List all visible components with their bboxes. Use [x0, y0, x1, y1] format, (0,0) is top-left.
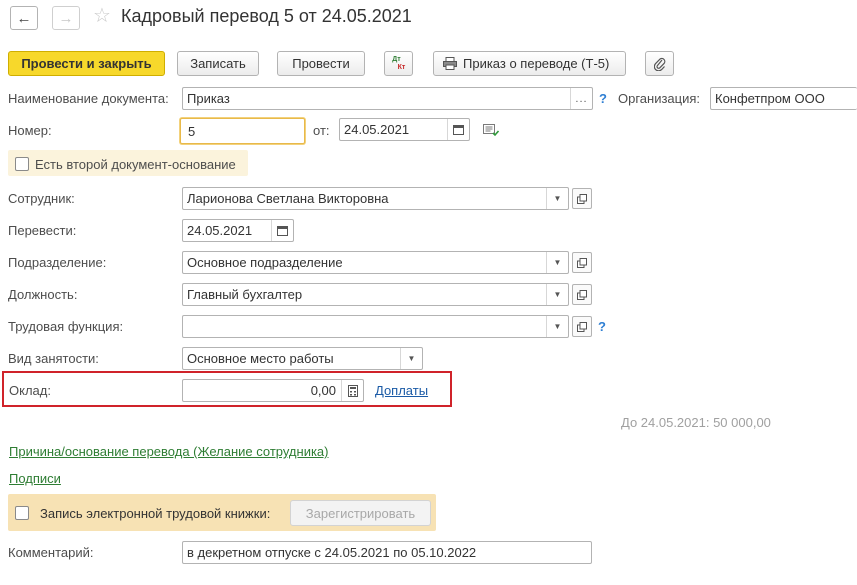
transfer-date-value: 24.05.2021 [187, 223, 253, 238]
open-employee-button[interactable] [572, 188, 592, 209]
employment-type-value: Основное место работы [187, 351, 334, 366]
salary-value: 0,00 [310, 383, 336, 398]
number-value: 5 [188, 123, 196, 139]
open-labor-function-button[interactable] [572, 316, 592, 337]
salary-field[interactable]: 0,00 [182, 379, 364, 402]
department-field[interactable]: Основное подразделение ▼ [182, 251, 569, 274]
number-label: Номер: [8, 123, 52, 138]
forward-button[interactable]: → [52, 6, 80, 30]
calendar-icon[interactable] [447, 119, 469, 140]
position-value: Главный бухгалтер [187, 287, 303, 302]
open-position-button[interactable] [572, 284, 592, 305]
open-window-icon [577, 193, 587, 204]
kt-label: Кт [397, 63, 406, 71]
dt-label: Дт [392, 55, 401, 63]
help-icon[interactable]: ? [598, 319, 606, 334]
transfer-reason-link[interactable]: Причина/основание перевода (Желание сотр… [9, 444, 329, 459]
date-from-label: от: [313, 123, 330, 138]
comment-field[interactable]: в декретном отпуске с 24.05.2021 по 05.1… [182, 541, 592, 564]
position-field[interactable]: Главный бухгалтер ▼ [182, 283, 569, 306]
print-order-button[interactable]: Приказ о переводе (Т-5) [433, 51, 626, 76]
dt-kt-button[interactable]: Дт Кт [384, 51, 413, 76]
previous-salary-text: До 24.05.2021: 50 000,00 [621, 415, 771, 430]
back-button[interactable]: ← [10, 6, 38, 30]
org-value: Конфетпром ООО [715, 91, 825, 106]
doc-name-value: Приказ [187, 91, 230, 106]
salary-label: Оклад: [9, 383, 51, 398]
second-doc-label: Есть второй документ-основание [35, 157, 236, 172]
document-list-icon[interactable] [483, 124, 500, 140]
open-window-icon [577, 321, 587, 332]
labor-function-field[interactable]: ▼ [182, 315, 569, 338]
date-value: 24.05.2021 [344, 122, 410, 137]
transfer-date-field[interactable]: 24.05.2021 [182, 219, 294, 242]
page-title: Кадровый перевод 5 от 24.05.2021 [121, 6, 412, 26]
etk-checkbox[interactable] [15, 506, 29, 520]
chevron-down-icon[interactable]: ▼ [546, 252, 568, 273]
labor-function-label: Трудовая функция: [8, 319, 124, 334]
chevron-down-icon[interactable]: ▼ [546, 188, 568, 209]
open-window-icon [577, 289, 587, 300]
org-field[interactable]: Конфетпром ООО [710, 87, 857, 110]
printer-icon [443, 57, 457, 70]
post-and-close-button[interactable]: Провести и закрыть [8, 51, 165, 76]
calculator-icon[interactable] [341, 380, 363, 401]
employee-label: Сотрудник: [8, 191, 75, 206]
org-label: Организация: [618, 91, 701, 106]
chevron-down-icon[interactable]: ▼ [546, 316, 568, 337]
save-button[interactable]: Записать [177, 51, 259, 76]
second-doc-checkbox[interactable] [15, 157, 29, 171]
employee-value: Ларионова Светлана Викторовна [187, 191, 389, 206]
print-order-label: Приказ о переводе (Т-5) [463, 56, 610, 71]
allowances-link[interactable]: Доплаты [375, 383, 428, 398]
attach-button[interactable] [645, 51, 674, 76]
comment-label: Комментарий: [8, 545, 94, 560]
date-field[interactable]: 24.05.2021 [339, 118, 470, 141]
transfer-label: Перевести: [8, 223, 77, 238]
open-window-icon [577, 257, 587, 268]
arrow-left-icon: ← [16, 9, 32, 27]
employment-type-field[interactable]: Основное место работы ▼ [182, 347, 423, 370]
employment-type-label: Вид занятости: [8, 351, 99, 366]
department-value: Основное подразделение [187, 255, 343, 270]
arrow-right-icon: → [58, 9, 74, 27]
department-label: Подразделение: [8, 255, 107, 270]
employee-field[interactable]: Ларионова Светлана Викторовна ▼ [182, 187, 569, 210]
paperclip-icon [653, 57, 666, 71]
open-department-button[interactable] [572, 252, 592, 273]
register-button[interactable]: Зарегистрировать [290, 500, 431, 526]
etk-label: Запись электронной трудовой книжки: [40, 506, 271, 521]
post-button[interactable]: Провести [277, 51, 365, 76]
help-icon[interactable]: ? [599, 91, 607, 106]
number-field[interactable]: 5 [180, 118, 305, 144]
doc-name-label: Наименование документа: [8, 91, 169, 106]
comment-value: в декретном отпуске с 24.05.2021 по 05.1… [187, 545, 477, 560]
calendar-icon[interactable] [271, 220, 293, 241]
position-label: Должность: [8, 287, 78, 302]
chevron-down-icon[interactable]: ▼ [546, 284, 568, 305]
star-icon[interactable]: ☆ [93, 6, 111, 26]
more-icon[interactable]: ... [570, 88, 592, 109]
doc-name-field[interactable]: Приказ ... [182, 87, 593, 110]
chevron-down-icon[interactable]: ▼ [400, 348, 422, 369]
signatures-link[interactable]: Подписи [9, 471, 61, 486]
